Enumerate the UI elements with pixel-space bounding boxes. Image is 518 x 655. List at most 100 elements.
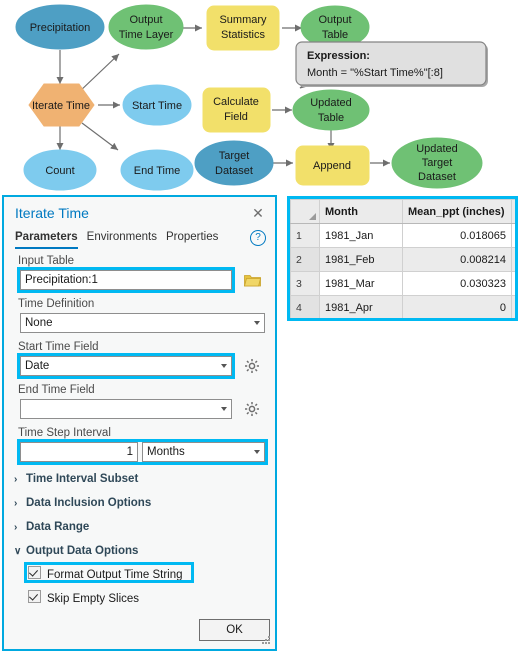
close-icon[interactable]: ✕ (249, 204, 267, 222)
diagram-node-append[interactable]: Append (295, 145, 370, 186)
diagram-node-updated-target-dataset[interactable]: Updated Target Dataset (391, 137, 483, 189)
row-index[interactable]: 3 (290, 271, 320, 296)
end-time-field-select[interactable] (20, 399, 232, 419)
cell-month[interactable]: 1981_Mar (319, 271, 403, 296)
help-icon[interactable]: ? (250, 230, 266, 246)
time-step-interval-label: Time Step Interval (18, 427, 111, 439)
table-row[interactable]: 2 1981_Feb 0.008214 3 (290, 247, 515, 272)
section-label: Data Range (26, 521, 90, 533)
table-row[interactable]: 3 1981_Mar 0.030323 4 (290, 271, 515, 296)
row-index[interactable]: 4 (290, 295, 320, 318)
gear-icon[interactable] (244, 401, 260, 417)
diagram-node-label-line2: Table (322, 29, 348, 41)
diagram-node-label-line2: Statistics (221, 29, 266, 41)
diagram-node-label: End Time (134, 165, 180, 177)
tab-parameters[interactable]: Parameters (15, 231, 78, 249)
input-table-label: Input Table (18, 255, 75, 267)
cell-mean-ppt[interactable]: 0.018065 (402, 223, 512, 248)
table-row[interactable]: 4 1981_Apr 0 0 (290, 295, 515, 318)
start-time-field-highlight (17, 353, 235, 379)
select-all-corner[interactable] (290, 199, 320, 224)
diagram-node-end-time[interactable]: End Time (120, 149, 194, 191)
diagram-node-label-line2: Field (224, 111, 248, 123)
expression-callout-title: Expression: (307, 50, 370, 62)
chevron-right-icon: › (14, 522, 18, 533)
section-label: Time Interval Subset (26, 473, 139, 485)
section-time-interval-subset[interactable]: › Time Interval Subset (14, 473, 138, 485)
diagram-node-label-line3: Dataset (418, 171, 456, 183)
diagram-node-label-line1: Summary (219, 14, 267, 26)
diagram-node-label: Iterate Time (32, 100, 90, 112)
gear-icon[interactable] (244, 358, 260, 374)
cell-count[interactable]: 0 (511, 295, 515, 318)
attribute-table[interactable]: Month Mean_ppt (inches) Count 1 1981_Jan… (287, 196, 518, 321)
corner-triangle-icon (309, 213, 316, 220)
cell-count[interactable]: 5 (511, 223, 515, 248)
parameters-form: Input Table Precipitation:1 Time Definit… (4, 251, 275, 649)
diagram-node-label-line1: Output (318, 14, 351, 26)
format-output-time-string-highlight (24, 562, 194, 583)
folder-icon[interactable] (244, 273, 261, 287)
column-header-mean-ppt[interactable]: Mean_ppt (inches) (402, 199, 512, 224)
cell-month[interactable]: 1981_Apr (319, 295, 403, 318)
chevron-right-icon: › (14, 474, 18, 485)
diagram-node-start-time[interactable]: Start Time (122, 84, 192, 126)
diagram-node-label-line2: Time Layer (119, 29, 174, 41)
column-header-count[interactable]: Count (511, 199, 515, 224)
diagram-node-summary-statistics[interactable]: Summary Statistics (206, 5, 280, 51)
time-definition-value: None (25, 317, 53, 329)
section-output-data-options[interactable]: ∨ Output Data Options (14, 545, 138, 557)
diagram-node-label: Count (45, 165, 74, 177)
model-diagram: Precipitation Output Time Layer Summary … (0, 0, 518, 195)
chevron-down-icon (221, 407, 227, 411)
diagram-node-label-line2: Target (422, 157, 453, 169)
start-time-field-label: Start Time Field (18, 341, 99, 353)
diagram-node-precipitation[interactable]: Precipitation (15, 4, 105, 50)
diagram-node-label: Start Time (132, 100, 182, 112)
attribute-table-grid: Month Mean_ppt (inches) Count 1 1981_Jan… (290, 199, 515, 318)
diagram-node-label-line1: Updated (310, 97, 352, 109)
resize-grip[interactable] (262, 636, 271, 645)
diagram-node-label-line2: Dataset (215, 165, 253, 177)
diagram-node-calculate-field[interactable]: Calculate Field (202, 87, 271, 133)
cell-mean-ppt[interactable]: 0.030323 (402, 271, 512, 296)
expression-callout: Expression: Month = "%Start Time%"[:8] (295, 41, 488, 87)
table-row[interactable]: 1 1981_Jan 0.018065 5 (290, 223, 515, 248)
tab-properties[interactable]: Properties (166, 231, 218, 247)
cell-month[interactable]: 1981_Jan (319, 223, 403, 248)
iterate-time-tool-panel: Iterate Time ✕ Parameters Environments P… (2, 195, 277, 651)
section-data-range[interactable]: › Data Range (14, 521, 89, 533)
section-label: Output Data Options (26, 545, 139, 557)
diagram-node-label: Precipitation (30, 22, 91, 34)
cell-count[interactable]: 4 (511, 271, 515, 296)
diagram-node-label-line1: Output (129, 14, 162, 26)
ok-button[interactable]: OK (199, 619, 270, 641)
row-index[interactable]: 1 (290, 223, 320, 248)
chevron-right-icon: › (14, 498, 18, 509)
section-label: Data Inclusion Options (26, 497, 152, 509)
cell-mean-ppt[interactable]: 0.008214 (402, 247, 512, 272)
diagram-node-label-line1: Updated (416, 143, 458, 155)
diagram-node-label-line1: Calculate (213, 96, 259, 108)
time-definition-select[interactable]: None (20, 313, 265, 333)
diagram-node-target-dataset[interactable]: Target Dataset (194, 140, 274, 186)
row-index[interactable]: 2 (290, 247, 320, 272)
diagram-node-output-time-layer[interactable]: Output Time Layer (108, 4, 184, 50)
diagram-node-label-line2: Table (318, 112, 344, 124)
tab-environments[interactable]: Environments (87, 231, 157, 247)
section-data-inclusion-options[interactable]: › Data Inclusion Options (14, 497, 151, 509)
checkbox-skip-empty-slices[interactable]: Skip Empty Slices (28, 590, 139, 605)
column-header-month[interactable]: Month (319, 199, 403, 224)
time-definition-label: Time Definition (18, 298, 95, 310)
table-header-row: Month Mean_ppt (inches) Count (290, 199, 515, 224)
diagram-node-iterate-time[interactable]: Iterate Time (28, 83, 95, 127)
time-step-interval-highlight (17, 439, 268, 465)
diagram-node-updated-table[interactable]: Updated Table (292, 89, 370, 131)
input-table-highlight (17, 267, 235, 293)
checkbox-label: Skip Empty Slices (47, 593, 140, 605)
diagram-node-count[interactable]: Count (23, 149, 97, 191)
cell-count[interactable]: 3 (511, 247, 515, 272)
cell-month[interactable]: 1981_Feb (319, 247, 403, 272)
cell-mean-ppt[interactable]: 0 (402, 295, 512, 318)
diagram-node-label-line1: Target (219, 150, 250, 162)
